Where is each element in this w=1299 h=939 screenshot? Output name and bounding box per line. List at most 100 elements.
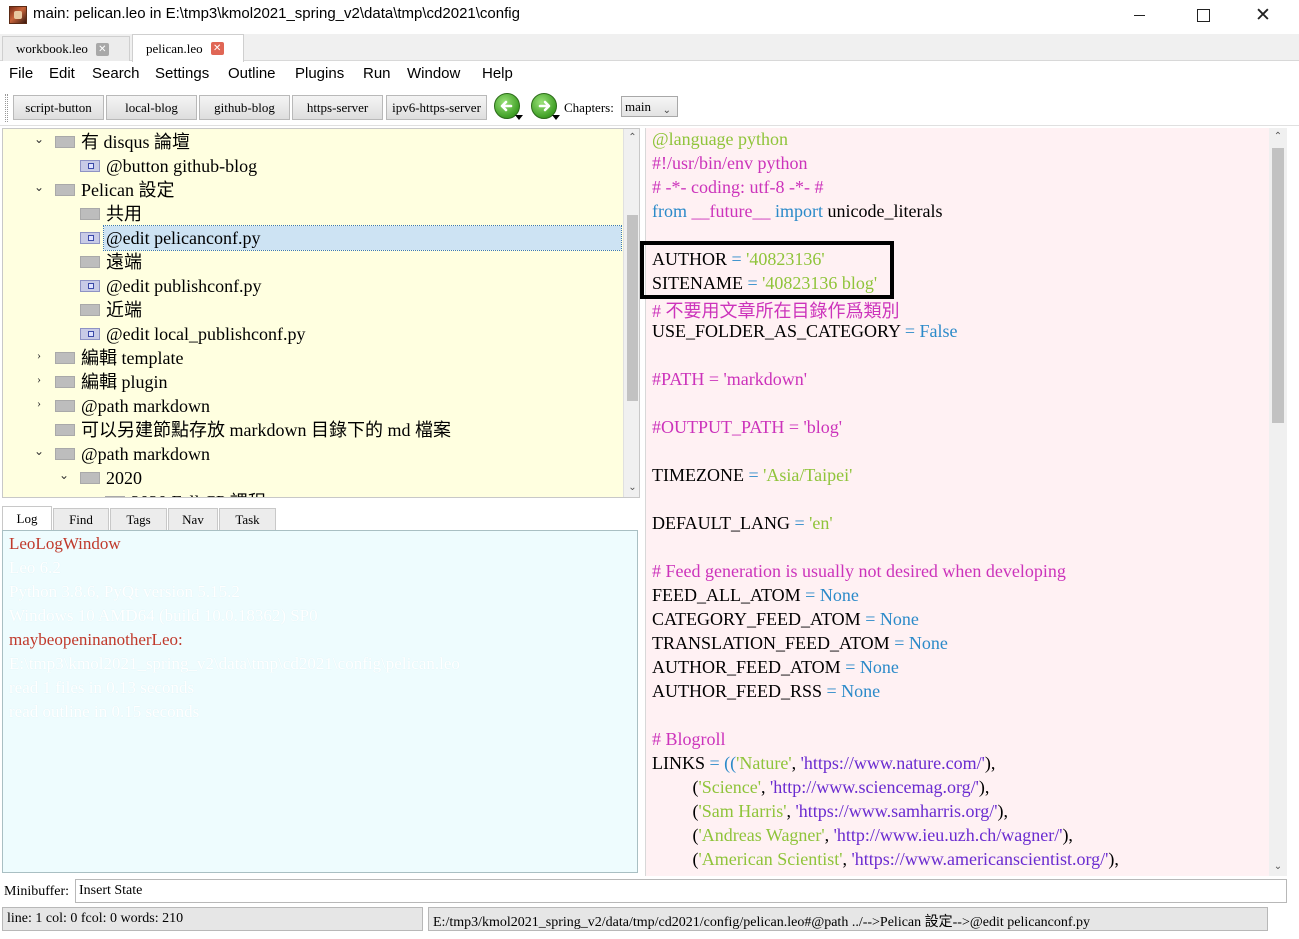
outline-node[interactable]: 可以另建節點存放 markdown 目錄下的 md 檔案 xyxy=(3,418,621,442)
node-box-icon xyxy=(55,184,75,196)
expand-icon[interactable]: › xyxy=(33,372,45,387)
ipv6-https-server-button[interactable]: ipv6-https-server xyxy=(386,95,487,120)
minibuffer-input[interactable]: Insert State xyxy=(75,879,1287,903)
code-token: 'https://www.nature.com/' xyxy=(800,753,985,773)
back-dropdown-icon[interactable] xyxy=(515,115,523,120)
close-window-button[interactable]: ✕ xyxy=(1240,0,1286,30)
code-token: 'American Scientist' xyxy=(698,849,843,869)
log-line: maybeopeninanotherLeo: xyxy=(9,630,183,649)
body-scroll-thumb[interactable] xyxy=(1272,148,1284,423)
scroll-down-icon[interactable]: ⌄ xyxy=(1269,858,1287,875)
outline-node-label[interactable]: @edit pelicanconf.py xyxy=(103,225,622,251)
close-tab-icon[interactable]: ✕ xyxy=(210,42,224,55)
log-pane[interactable]: LeoLogWindow Leo 6.2 Python 3.8.6, PyQt ve… xyxy=(2,530,638,873)
outline-node-label[interactable]: Pelican 設定 xyxy=(79,178,176,202)
code-token: ), xyxy=(978,777,990,797)
code-line: #OUTPUT_PATH = 'blog' xyxy=(652,417,842,441)
tab-task[interactable]: Task xyxy=(219,508,276,530)
code-token: = False xyxy=(900,321,958,341)
local-blog-button[interactable]: local-blog xyxy=(106,95,197,120)
outline-node[interactable]: ⌄ 2020 Fall CP 課程 xyxy=(3,490,621,497)
code-token: from xyxy=(652,201,687,221)
close-tab-icon[interactable]: ✕ xyxy=(95,42,109,56)
code-token: = (( xyxy=(705,753,737,773)
body-scrollbar[interactable]: ⌃ ⌄ xyxy=(1269,128,1287,876)
outline-node-label[interactable]: 可以另建節點存放 markdown 目錄下的 md 檔案 xyxy=(79,418,453,442)
outline-node[interactable]: ⌄ @path markdown xyxy=(3,442,621,466)
outline-node[interactable]: › 編輯 template xyxy=(3,346,621,370)
outline-node-label[interactable]: 2020 Fall CP 課程 xyxy=(129,490,268,497)
outline-node[interactable]: @button github-blog xyxy=(3,154,621,178)
scroll-up-icon[interactable]: ⌃ xyxy=(624,129,639,146)
forward-dropdown-icon[interactable] xyxy=(552,115,560,120)
minimize-button[interactable] xyxy=(1116,0,1162,30)
menu-plugins[interactable]: Plugins xyxy=(295,65,344,82)
menu-file[interactable]: File xyxy=(9,65,33,82)
script-button[interactable]: script-button xyxy=(13,95,104,120)
outline-node-label[interactable]: 編輯 plugin xyxy=(79,370,170,394)
https-server-button[interactable]: https-server xyxy=(292,95,383,120)
outline-node-label[interactable]: @path markdown xyxy=(79,442,212,466)
menu-edit[interactable]: Edit xyxy=(49,65,75,82)
outline-node-label[interactable]: 2020 xyxy=(104,466,144,490)
code-line: FEED_ALL_ATOM = None xyxy=(652,585,859,609)
tab-nav[interactable]: Nav xyxy=(168,508,218,530)
outline-node-label[interactable]: @button github-blog xyxy=(104,154,259,178)
outline-node[interactable]: 近端 xyxy=(3,298,621,322)
tab-log[interactable]: Log xyxy=(2,506,52,530)
code-token: __future__ xyxy=(687,201,775,221)
tab-tags[interactable]: Tags xyxy=(110,508,167,530)
outline-node[interactable]: ⌄ 有 disqus 論壇 xyxy=(3,130,621,154)
outline-node-label[interactable]: 編輯 template xyxy=(79,346,185,370)
collapse-icon[interactable]: ⌄ xyxy=(33,132,45,147)
tab-workbook[interactable]: workbook.leo ✕ xyxy=(2,36,130,61)
outline-node[interactable]: @edit local_publishconf.py xyxy=(3,322,621,346)
outline-node[interactable]: ⌄ 2020 xyxy=(3,466,621,490)
code-line: ('Science', 'http://www.sciencemag.org/'… xyxy=(652,777,990,801)
log-line: Windows 10 AMD64 (build 10.0.18362) SP0 xyxy=(9,606,318,625)
collapse-icon[interactable]: ⌄ xyxy=(58,468,70,483)
code-token: = None xyxy=(889,633,948,653)
code-line: ('Andreas Wagner', 'http://www.ieu.uzh.c… xyxy=(652,825,1073,849)
github-blog-button[interactable]: github-blog xyxy=(199,95,290,120)
outline-node[interactable]: @edit pelicanconf.py xyxy=(3,225,622,251)
toolbar-grip[interactable] xyxy=(5,94,8,122)
menu-help[interactable]: Help xyxy=(482,65,513,82)
outline-node-label[interactable]: @edit publishconf.py xyxy=(104,274,264,298)
outline-node[interactable]: 遠端 xyxy=(3,250,621,274)
expand-icon[interactable]: › xyxy=(33,396,45,411)
outline-node[interactable]: @edit publishconf.py xyxy=(3,274,621,298)
outline-node[interactable]: › 編輯 plugin xyxy=(3,370,621,394)
scroll-up-icon[interactable]: ⌃ xyxy=(1269,128,1287,145)
expand-icon[interactable]: › xyxy=(33,348,45,363)
outline-node[interactable]: ⌄ Pelican 設定 xyxy=(3,178,621,202)
chapters-select[interactable]: main ⌄ xyxy=(621,96,678,117)
outline-node-label[interactable]: @path markdown xyxy=(79,394,212,418)
outline-scrollbar[interactable]: ⌃ ⌄ xyxy=(623,129,639,497)
menu-window[interactable]: Window xyxy=(407,65,460,82)
outline-node-label[interactable]: 近端 xyxy=(104,298,144,322)
outline-node-label[interactable]: 共用 xyxy=(104,202,144,226)
outline-scroll-thumb[interactable] xyxy=(627,215,638,401)
outline-node-label[interactable]: 遠端 xyxy=(104,250,144,274)
tab-find[interactable]: Find xyxy=(53,508,109,530)
log-tab-bar: Log Find Tags Nav Task xyxy=(2,506,640,530)
outline-node[interactable]: › @path markdown xyxy=(3,394,621,418)
menu-outline[interactable]: Outline xyxy=(228,65,276,82)
code-token: , xyxy=(760,777,770,797)
maximize-button[interactable] xyxy=(1180,0,1226,30)
menu-settings[interactable]: Settings xyxy=(155,65,209,82)
menu-search[interactable]: Search xyxy=(92,65,140,82)
outline-node-label[interactable]: 有 disqus 論壇 xyxy=(79,130,192,154)
collapse-icon[interactable]: ⌄ xyxy=(33,180,45,195)
collapse-icon[interactable]: ⌄ xyxy=(33,444,45,459)
outline-pane[interactable]: ⌄ 2020 Fall CP 課程 ⌄ 2020 ⌄ @path markdown可以另建… xyxy=(2,128,640,498)
code-token: , xyxy=(791,753,801,773)
code-token: AUTHOR_FEED_RSS xyxy=(652,681,823,701)
collapse-icon[interactable]: ⌄ xyxy=(83,492,95,497)
scroll-down-icon[interactable]: ⌄ xyxy=(624,479,639,496)
tab-pelican[interactable]: pelican.leo ✕ xyxy=(132,34,244,62)
outline-node-label[interactable]: @edit local_publishconf.py xyxy=(104,322,308,346)
outline-node[interactable]: 共用 xyxy=(3,202,621,226)
menu-run[interactable]: Run xyxy=(363,65,391,82)
